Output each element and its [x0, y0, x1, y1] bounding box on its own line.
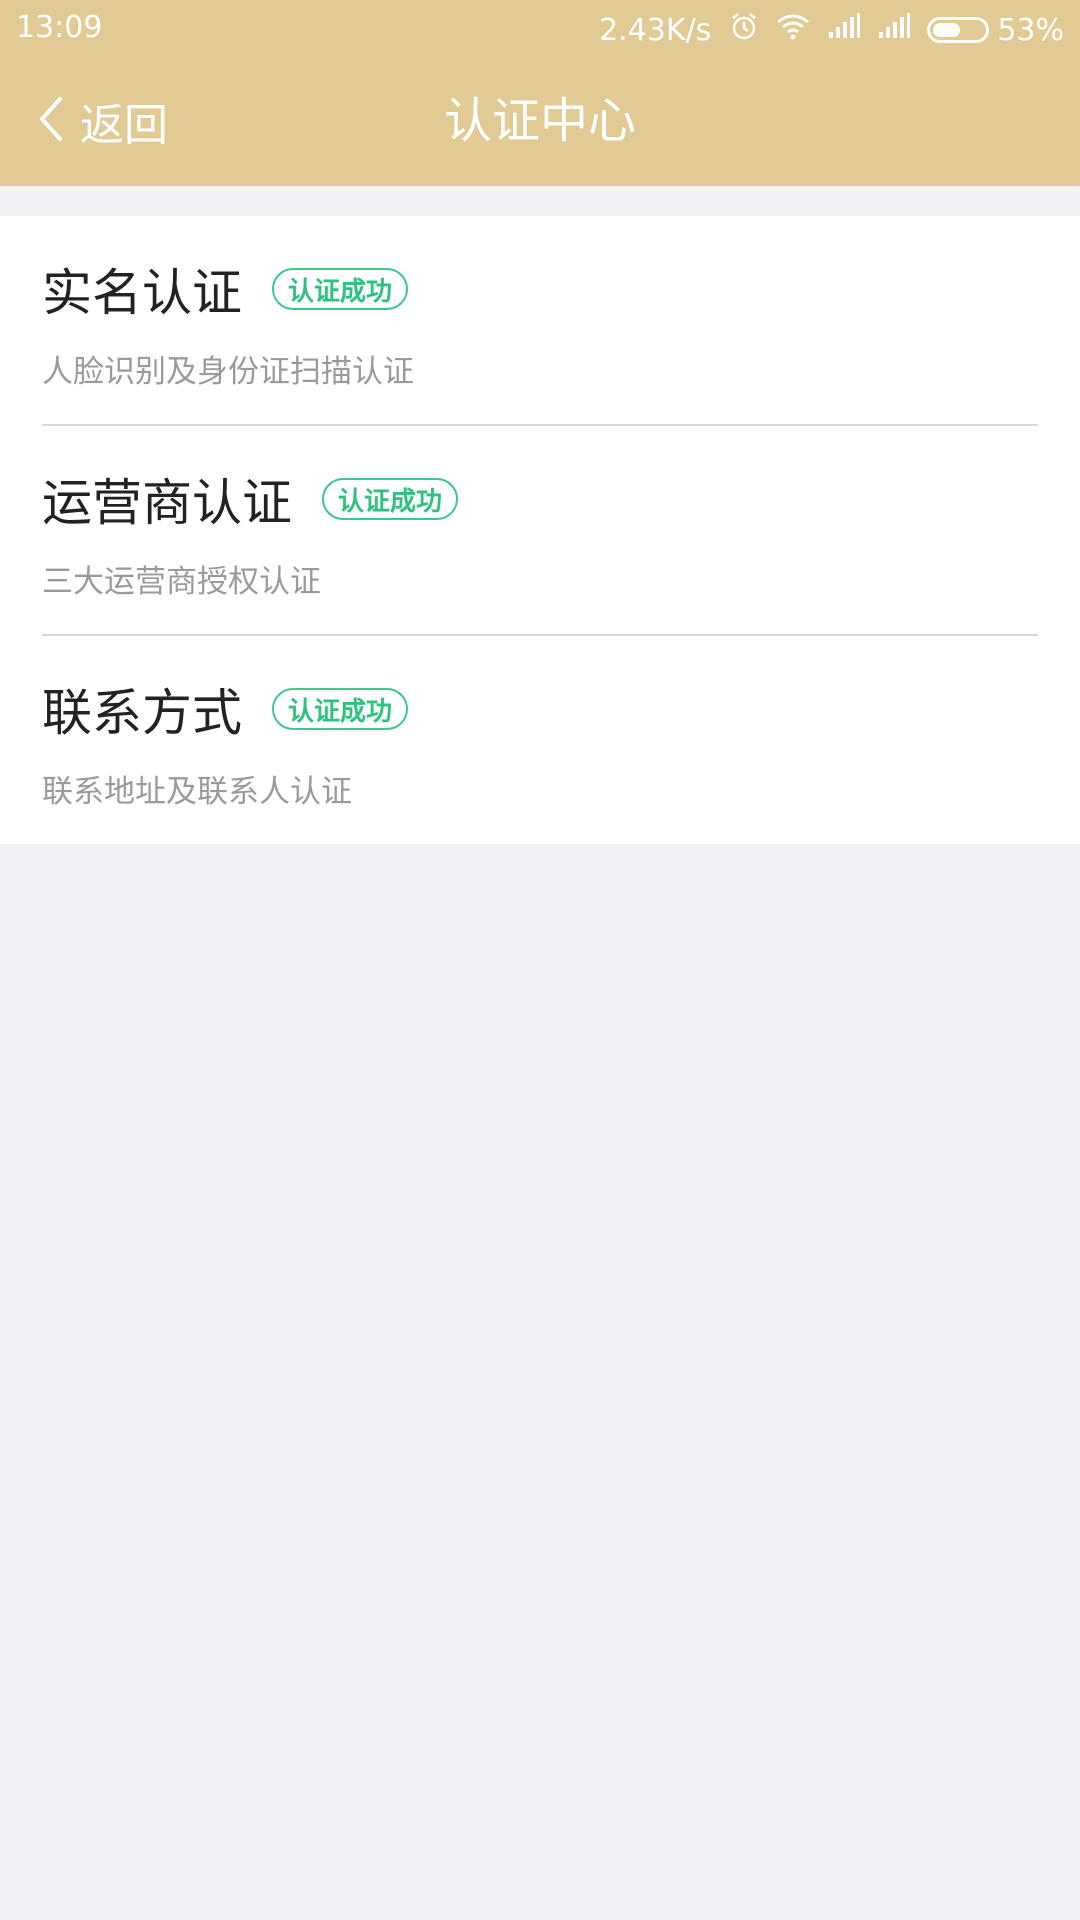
list-item-contact[interactable]: 联系方式 认证成功 联系地址及联系人认证	[0, 636, 1080, 846]
item-title-row: 实名认证 认证成功	[42, 254, 409, 324]
item-title-row: 运营商认证 认证成功	[42, 464, 459, 534]
wifi-icon	[775, 11, 811, 49]
signal-icon	[877, 12, 911, 48]
item-description: 联系地址及联系人认证	[42, 774, 352, 810]
battery-icon	[927, 17, 990, 43]
list-item-real-name[interactable]: 实名认证 认证成功 人脸识别及身份证扫描认证	[0, 216, 1080, 426]
battery-percent: 53%	[997, 12, 1064, 48]
alarm-icon	[729, 11, 759, 49]
signal-icon	[827, 12, 861, 48]
status-bar: 13:09 2.43K/s 53%	[0, 0, 1080, 58]
status-badge: 认证成功	[272, 688, 409, 730]
navbar: 返回 认证中心	[0, 58, 1080, 186]
page-title: 认证中心	[443, 93, 636, 149]
item-title-row: 联系方式 认证成功	[42, 674, 409, 744]
battery-level	[933, 23, 961, 37]
verification-list: 实名认证 认证成功 人脸识别及身份证扫描认证 运营商认证 认证成功 三大运营商授…	[0, 216, 1080, 844]
item-description: 人脸识别及身份证扫描认证	[42, 354, 414, 390]
item-title: 联系方式	[42, 684, 242, 742]
list-item-carrier[interactable]: 运营商认证 认证成功 三大运营商授权认证	[0, 426, 1080, 636]
header: 13:09 2.43K/s 53% 返回 认证中心	[0, 0, 1080, 186]
status-badge: 认证成功	[322, 478, 459, 520]
item-title: 运营商认证	[42, 474, 292, 532]
item-description: 三大运营商授权认证	[42, 564, 321, 600]
item-title: 实名认证	[42, 264, 242, 322]
network-speed: 2.43K/s	[599, 12, 712, 48]
status-badge: 认证成功	[272, 268, 409, 310]
status-right: 2.43K/s 53%	[599, 10, 1064, 50]
status-time: 13:09	[16, 10, 103, 45]
